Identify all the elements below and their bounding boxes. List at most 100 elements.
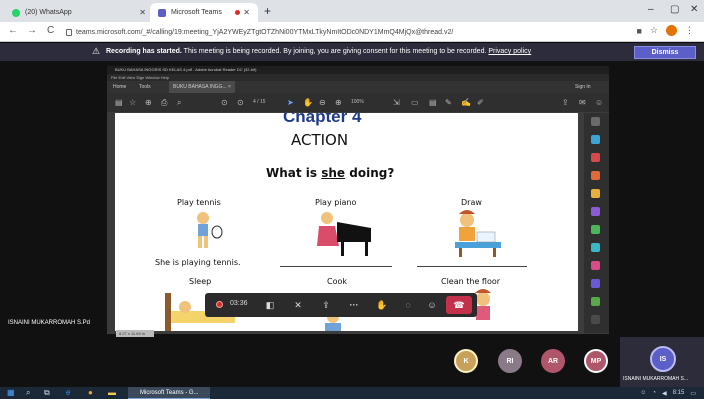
tab-document[interactable]: BUKU BAHASA INGG... × xyxy=(169,81,235,93)
participant-avatar[interactable]: AR xyxy=(541,349,565,373)
task-view-icon[interactable]: ⧉ xyxy=(44,388,50,398)
participant-avatar[interactable]: K xyxy=(454,349,478,373)
system-tray: ☺ ◔ ◀ 8:15 ▭ xyxy=(640,388,696,398)
mail-icon[interactable]: ✉ xyxy=(579,93,586,112)
combine-icon[interactable] xyxy=(591,207,600,216)
close-icon[interactable]: ✕ xyxy=(243,8,250,17)
edit-pdf-icon[interactable] xyxy=(591,171,600,180)
compress-icon[interactable] xyxy=(591,243,600,252)
mic-off-button[interactable]: ✕ xyxy=(287,293,309,317)
browser-tab-strip: (20) WhatsApp ✕ Microsoft Teams ✕ + – ▢ … xyxy=(0,0,704,22)
page-indicator[interactable]: 4 / 15 xyxy=(253,93,266,112)
fit-icon[interactable]: ⇲ xyxy=(393,93,400,112)
maximize-button[interactable]: ▢ xyxy=(670,4,679,15)
call-control-bar: 03:36 ◧ ✕ ⇪ ··· ✋ ◌ ☺ ☎ xyxy=(205,293,477,317)
item-label-play-tennis: Play tennis xyxy=(177,198,221,207)
camera-icon[interactable]: ■ xyxy=(636,26,641,36)
star-icon[interactable]: ☆ xyxy=(129,93,136,112)
item-label-play-piano: Play piano xyxy=(315,198,357,207)
sign-icon[interactable]: ✍ xyxy=(461,93,471,112)
share-screen-button[interactable]: ⇪ xyxy=(315,293,337,317)
hang-up-button[interactable]: ☎ xyxy=(446,296,472,314)
share-icon[interactable]: ⊕ xyxy=(145,93,152,112)
address-bar-icons: ■ ☆ ⋮ xyxy=(636,25,694,36)
hand-icon[interactable]: ✋ xyxy=(303,93,313,112)
notification-icon[interactable]: ▭ xyxy=(690,390,696,397)
fill-sign-icon[interactable] xyxy=(591,297,600,306)
acrobat-left-panel[interactable] xyxy=(107,113,115,331)
share-doc-icon[interactable]: ⇪ xyxy=(562,93,569,112)
cursor-icon[interactable]: ➤ xyxy=(287,93,294,112)
prev-page-icon[interactable]: ⊙ xyxy=(221,93,228,112)
participants-button[interactable]: ☺ xyxy=(421,293,443,317)
pen-icon[interactable]: ✎ xyxy=(445,93,452,112)
privacy-policy-link[interactable]: Privacy policy xyxy=(488,48,531,55)
url-input[interactable]: teams.microsoft.com/_#/calling/19:meetin… xyxy=(66,26,586,39)
save-icon[interactable]: ▤ xyxy=(115,93,123,112)
organize-icon[interactable] xyxy=(591,225,600,234)
firefox-icon[interactable]: ● xyxy=(88,388,93,397)
tab-teams[interactable]: Microsoft Teams ✕ xyxy=(150,3,258,22)
camera-off-button[interactable]: ◧ xyxy=(259,293,281,317)
tab-tools[interactable]: Tools xyxy=(139,81,151,93)
new-tab-button[interactable]: + xyxy=(264,4,271,18)
screen: (20) WhatsApp ✕ Microsoft Teams ✕ + – ▢ … xyxy=(0,0,704,399)
zoom-level[interactable]: 100% xyxy=(351,93,364,112)
acrobat-toolbar: ▤ ☆ ⊕ ⎙ ⌕ ⊙ ⊙ 4 / 15 ➤ ✋ ⊖ ⊕ 100% ⇲ ▭ ▤ … xyxy=(107,93,609,112)
export-pdf-icon[interactable] xyxy=(591,135,600,144)
people-icon[interactable]: ☺ xyxy=(640,390,646,396)
taskbar-teams-app[interactable]: Microsoft Teams - G... xyxy=(128,387,210,399)
zoom-out-icon[interactable]: ⊖ xyxy=(319,93,326,112)
chapter-heading: Chapter 4 xyxy=(283,113,362,126)
tab-title: Microsoft Teams xyxy=(171,9,222,16)
next-page-icon[interactable]: ⊙ xyxy=(237,93,244,112)
reload-button[interactable]: C xyxy=(47,25,54,36)
windows-taskbar: ▦ ⌕ ⧉ e ● ▬ Microsoft Teams - G... ☺ ◔ ◀… xyxy=(0,387,704,399)
close-icon[interactable]: ✕ xyxy=(139,8,146,17)
menu-icon[interactable]: ⋮ xyxy=(685,25,694,36)
comment-icon[interactable]: ▭ xyxy=(411,93,419,112)
forward-button[interactable]: → xyxy=(27,25,37,36)
participant-avatar[interactable]: RI xyxy=(498,349,522,373)
acrobat-tools-panel xyxy=(584,113,609,333)
zoom-tool-icon[interactable] xyxy=(591,117,600,126)
back-button[interactable]: ← xyxy=(8,25,18,36)
edge-icon[interactable]: e xyxy=(66,388,70,397)
users-icon[interactable]: ☺ xyxy=(595,93,603,112)
chat-button[interactable]: ◌ xyxy=(397,293,419,317)
bookmark-star-icon[interactable]: ☆ xyxy=(650,25,658,36)
search-icon[interactable]: ⌕ xyxy=(26,388,30,398)
print-icon[interactable]: ⎙ xyxy=(161,93,167,112)
zoom-in-icon[interactable]: ⊕ xyxy=(335,93,342,112)
windows-start-icon[interactable]: ▦ xyxy=(7,388,15,397)
call-timer: 03:36 xyxy=(230,300,248,307)
highlight-icon[interactable]: ✐ xyxy=(477,93,484,112)
self-avatar: IS xyxy=(650,346,676,372)
create-pdf-icon[interactable] xyxy=(591,153,600,162)
protect-icon[interactable] xyxy=(591,279,600,288)
tab-home[interactable]: Home xyxy=(113,81,126,93)
more-actions-button[interactable]: ··· xyxy=(343,293,365,317)
clock[interactable]: 8:15 xyxy=(673,390,685,396)
participant-avatar[interactable]: MP xyxy=(584,349,608,373)
minimize-button[interactable]: – xyxy=(648,4,654,15)
note-icon[interactable]: ▤ xyxy=(429,93,437,112)
comment-tool-icon[interactable] xyxy=(591,189,600,198)
network-icon[interactable]: ◔ xyxy=(652,390,656,396)
profile-avatar[interactable] xyxy=(666,25,677,36)
file-explorer-icon[interactable]: ▬ xyxy=(108,388,116,397)
raise-hand-button[interactable]: ✋ xyxy=(371,293,393,317)
volume-icon[interactable]: ◀ xyxy=(662,390,667,397)
sign-in-button[interactable]: Sign In xyxy=(575,81,591,93)
dismiss-button[interactable]: Dismiss xyxy=(634,46,696,59)
self-video-tile[interactable]: IS ISNAINI MUKARROMAH S... xyxy=(620,337,704,387)
answer-line-piano xyxy=(280,266,392,267)
tab-whatsapp[interactable]: (20) WhatsApp ✕ xyxy=(4,3,154,22)
more-tools-icon[interactable] xyxy=(591,315,600,324)
close-window-button[interactable]: ✕ xyxy=(690,4,698,15)
redact-icon[interactable] xyxy=(591,261,600,270)
acrobat-menu: File Edit View Sign Window Help xyxy=(107,74,609,81)
search-icon[interactable]: ⌕ xyxy=(177,93,181,112)
recording-icon xyxy=(216,301,223,308)
item-label-cook: Cook xyxy=(327,277,348,286)
